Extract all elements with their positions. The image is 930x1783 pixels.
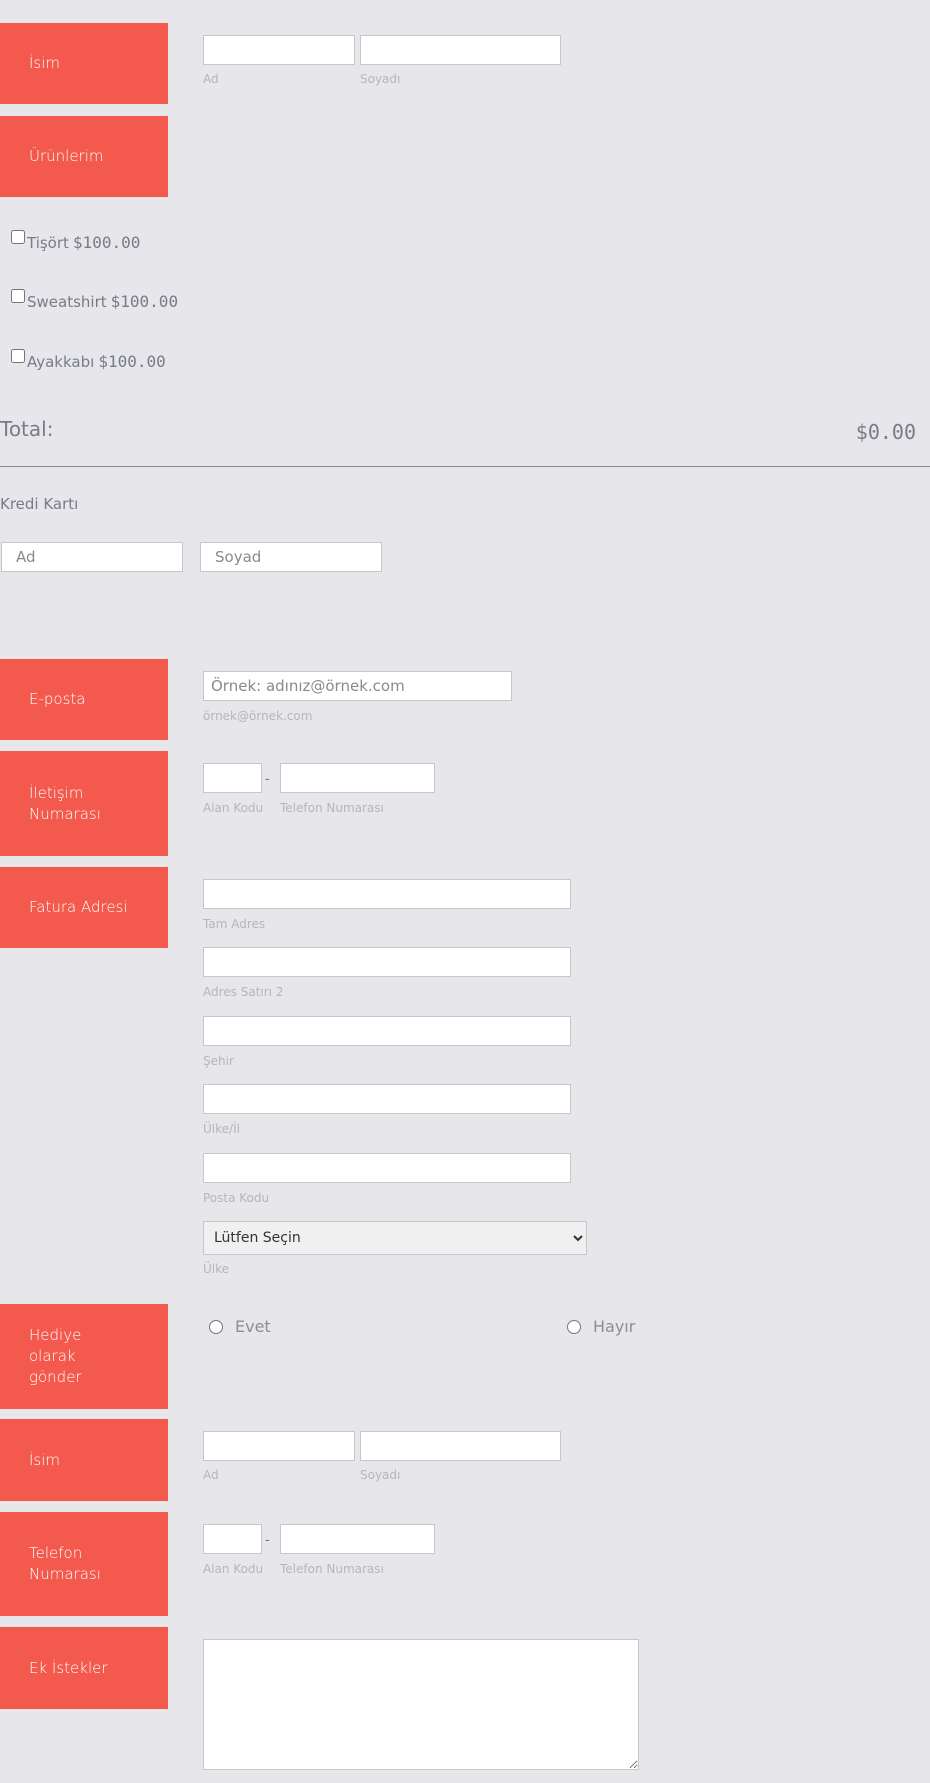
name-label: İsim <box>0 23 168 104</box>
gift-phone-dash: - <box>265 1531 270 1547</box>
last-name-sublabel: Soyadı <box>360 72 401 86</box>
gift-first-name-input[interactable] <box>203 1431 355 1461</box>
last-name-input[interactable] <box>360 35 561 65</box>
street-address-line2-input[interactable] <box>203 947 571 977</box>
card-first-name-input[interactable] <box>1 542 183 572</box>
gift-last-name-sublabel: Soyadı <box>360 1468 401 1482</box>
product-name: Tişört <box>27 233 69 252</box>
products-label: Ürünlerim <box>0 116 168 197</box>
street-address-input[interactable] <box>203 879 571 909</box>
state-input[interactable] <box>203 1084 571 1114</box>
phone-number-sublabel: Telefon Numarası <box>280 801 384 815</box>
gift-last-name-input[interactable] <box>360 1431 561 1461</box>
phone-number-input[interactable] <box>280 763 435 793</box>
total-value: $0.00 <box>855 420 916 444</box>
gift-area-code-sublabel: Alan Kodu <box>203 1562 264 1576</box>
product-checkbox-shoes[interactable] <box>11 348 25 363</box>
card-last-name-input[interactable] <box>200 542 382 572</box>
country-select[interactable]: Lütfen Seçin <box>203 1221 587 1255</box>
product-price: $100.00 <box>110 292 179 311</box>
gift-no-label: Hayır <box>593 1317 636 1336</box>
gift-area-code-input[interactable] <box>203 1524 262 1554</box>
gift-no-radio[interactable] <box>567 1319 581 1334</box>
product-price: $100.00 <box>98 352 166 371</box>
billing-address-label: Fatura Adresi <box>0 867 168 948</box>
product-name: Ayakkabı <box>27 352 95 371</box>
gift-phone-label: Telefon Numarası <box>0 1512 168 1616</box>
gift-yes-radio[interactable] <box>209 1319 223 1334</box>
gift-phone-number-input[interactable] <box>280 1524 435 1554</box>
email-label: E-posta <box>0 659 168 740</box>
total-label: Total: <box>0 417 54 441</box>
phone-dash: - <box>265 770 270 786</box>
city-sublabel: Şehir <box>203 1054 234 1068</box>
send-as-gift-label: Hediye olarak gönder <box>0 1304 168 1409</box>
product-item-tshirt: Tişört $100.00 <box>11 229 141 252</box>
city-input[interactable] <box>203 1016 571 1046</box>
contact-number-label: İletişim Numarası <box>0 751 168 856</box>
street-address-line2-sublabel: Adres Satırı 2 <box>203 985 284 999</box>
total-divider <box>0 466 930 467</box>
gift-name-label: İsim <box>0 1419 168 1501</box>
product-checkbox-sweatshirt[interactable] <box>11 288 25 303</box>
postal-code-input[interactable] <box>203 1153 571 1183</box>
area-code-input[interactable] <box>203 763 262 793</box>
postal-code-sublabel: Posta Kodu <box>203 1191 270 1205</box>
first-name-input[interactable] <box>203 35 355 65</box>
product-checkbox-tshirt[interactable] <box>11 229 25 244</box>
product-item-sweatshirt: Sweatshirt $100.00 <box>11 288 179 311</box>
product-price: $100.00 <box>72 233 141 252</box>
product-item-shoes: Ayakkabı $100.00 <box>11 348 166 371</box>
first-name-sublabel: Ad <box>203 72 219 86</box>
extra-requests-label: Ek İstekler <box>0 1627 168 1709</box>
product-name: Sweatshirt <box>27 292 107 311</box>
gift-no-option[interactable]: Hayır <box>567 1317 635 1336</box>
extra-requests-textarea[interactable] <box>203 1639 639 1770</box>
area-code-sublabel: Alan Kodu <box>203 801 264 815</box>
credit-card-label: Kredi Kartı <box>0 495 79 513</box>
state-sublabel: Ülke/İl <box>203 1122 240 1136</box>
gift-first-name-sublabel: Ad <box>203 1468 219 1482</box>
country-sublabel: Ülke <box>203 1262 230 1276</box>
gift-yes-option[interactable]: Evet <box>209 1317 271 1336</box>
gift-phone-number-sublabel: Telefon Numarası <box>280 1562 384 1576</box>
gift-yes-label: Evet <box>235 1317 271 1336</box>
street-address-sublabel: Tam Adres <box>203 917 266 931</box>
email-input[interactable] <box>203 671 512 701</box>
email-sublabel: örnek@örnek.com <box>203 709 313 723</box>
